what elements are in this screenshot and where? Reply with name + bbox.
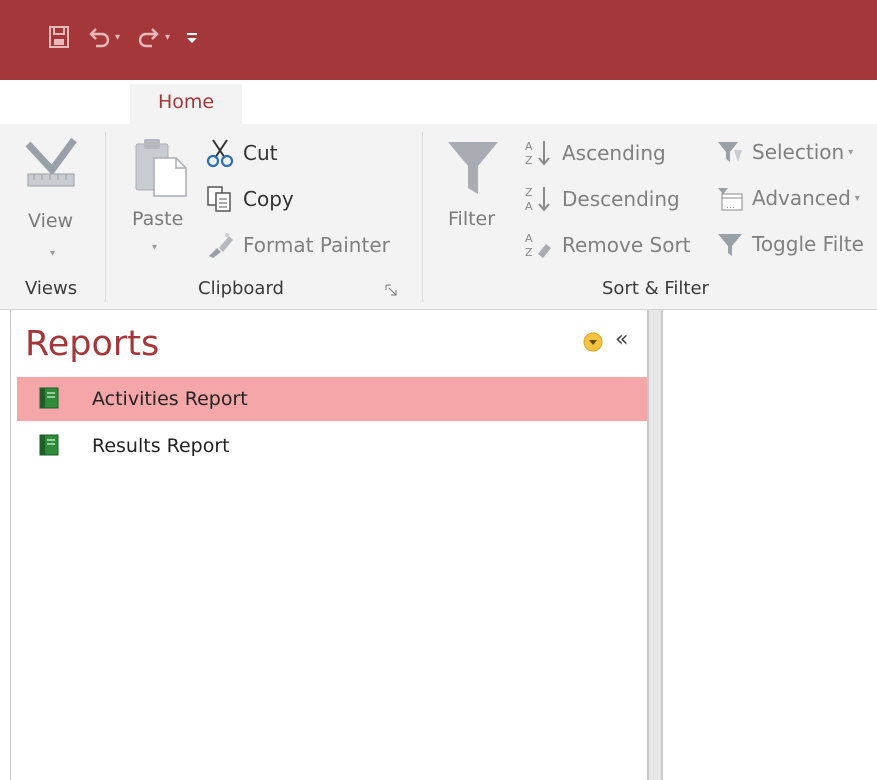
- tell-me-label: Te: [840, 91, 861, 113]
- toggle-filter-icon: [718, 234, 742, 256]
- view-button[interactable]: View ▾: [12, 128, 92, 268]
- svg-text:…: …: [726, 201, 735, 211]
- tab-file[interactable]: File: [47, 80, 79, 124]
- scissors-icon: [206, 139, 234, 168]
- svg-text:Z: Z: [525, 186, 533, 199]
- tab-database-tools[interactable]: Database Tools: [603, 80, 747, 124]
- lightbulb-icon: [818, 92, 834, 111]
- svg-text:A: A: [525, 200, 533, 213]
- tab-home[interactable]: Home: [130, 84, 243, 124]
- remove-sort-button[interactable]: A Z Remove Sort: [524, 230, 691, 260]
- selection-filter-icon: [718, 142, 742, 162]
- ribbon-separator: [105, 132, 106, 302]
- quick-access-toolbar: ▾ ▾: [48, 22, 214, 52]
- clipboard-dialog-launcher-icon[interactable]: [385, 284, 397, 296]
- design-view-icon: [25, 137, 77, 187]
- nav-item-label: Activities Report: [92, 388, 248, 410]
- toggle-filter-label: Toggle Filte: [752, 232, 864, 256]
- copy-button[interactable]: Copy: [205, 184, 294, 214]
- customize-qat-icon: [187, 33, 198, 43]
- paste-dropdown-icon: ▾: [152, 242, 158, 253]
- nav-item-activities-report[interactable]: Activities Report: [17, 377, 647, 421]
- paste-label: Paste: [132, 208, 184, 230]
- ascending-label: Ascending: [562, 141, 666, 165]
- toggle-filter-button[interactable]: Toggle Filte: [716, 230, 864, 258]
- undo-icon: [89, 28, 110, 48]
- document-area: [662, 310, 877, 780]
- navigation-pane: Reports « Activities Report Results Repo…: [10, 310, 648, 780]
- cut-button[interactable]: Cut: [205, 138, 277, 168]
- advanced-filter-icon: …: [718, 188, 743, 211]
- sort-filter-group-label: Sort & Filter: [602, 278, 709, 299]
- nav-pane-splitter[interactable]: [648, 310, 662, 780]
- nav-item-label: Results Report: [92, 435, 230, 457]
- svg-text:A: A: [525, 232, 533, 245]
- tab-external-data[interactable]: External Data: [409, 80, 539, 124]
- tab-tell-me[interactable]: Te: [818, 80, 860, 124]
- redo-button[interactable]: ▾: [136, 26, 170, 48]
- ribbon-tabs: File Home Create External Data Database …: [0, 80, 877, 124]
- view-label: View: [28, 210, 74, 232]
- nav-item-results-report[interactable]: Results Report: [17, 424, 647, 468]
- format-painter-icon: [209, 233, 233, 258]
- sort-ascending-button[interactable]: A Z Ascending: [524, 138, 666, 168]
- copy-icon: [207, 186, 231, 212]
- nav-pane-title[interactable]: Reports: [25, 324, 159, 364]
- paste-icon: [135, 139, 187, 197]
- format-painter-label: Format Painter: [243, 233, 390, 257]
- selection-button[interactable]: Selection ▾: [716, 138, 853, 166]
- clipboard-group-label: Clipboard: [198, 278, 284, 299]
- report-icon: [39, 434, 59, 456]
- undo-dropdown-icon[interactable]: ▾: [115, 32, 120, 43]
- remove-sort-icon: A Z: [525, 232, 551, 259]
- sort-ascending-icon: A Z: [525, 140, 550, 167]
- format-painter-button[interactable]: Format Painter: [205, 230, 390, 260]
- redo-icon: [138, 28, 159, 48]
- filter-button[interactable]: Filter: [440, 132, 510, 252]
- advanced-button[interactable]: … Advanced ▾: [716, 184, 860, 212]
- floppy-disk-icon: [49, 26, 69, 48]
- filter-label: Filter: [448, 208, 496, 230]
- selection-dropdown-icon: ▾: [848, 146, 854, 158]
- cut-label: Cut: [243, 141, 278, 165]
- svg-text:A: A: [525, 140, 533, 153]
- view-dropdown-icon: ▾: [50, 248, 56, 259]
- nav-pane-menu-icon[interactable]: [583, 332, 603, 352]
- advanced-dropdown-icon: ▾: [854, 192, 860, 204]
- advanced-label: Advanced: [752, 186, 851, 210]
- svg-text:Z: Z: [525, 154, 533, 167]
- copy-label: Copy: [243, 187, 294, 211]
- redo-dropdown-icon[interactable]: ▾: [165, 32, 170, 43]
- access-window: ▾ ▾ File Home Create External Data Datab…: [0, 0, 877, 780]
- sort-descending-icon: Z A: [525, 186, 550, 213]
- views-group-label: Views: [25, 278, 78, 299]
- sort-descending-button[interactable]: Z A Descending: [524, 184, 680, 214]
- customize-qat-button[interactable]: [186, 30, 198, 44]
- descending-label: Descending: [562, 187, 680, 211]
- title-bar: ▾ ▾: [0, 0, 877, 80]
- save-button[interactable]: [48, 25, 70, 49]
- selection-label: Selection: [752, 140, 845, 164]
- svg-text:Z: Z: [525, 246, 533, 259]
- shutter-bar-collapse-button[interactable]: «: [615, 327, 628, 352]
- paste-button[interactable]: Paste ▾: [120, 134, 200, 264]
- ribbon-separator: [422, 132, 423, 302]
- undo-button[interactable]: ▾: [86, 26, 120, 48]
- filter-funnel-icon: [448, 142, 498, 194]
- remove-sort-label: Remove Sort: [562, 233, 691, 257]
- tab-create[interactable]: Create: [283, 80, 346, 124]
- ribbon: View ▾ Views Paste ▾ Cut Copy Format Pai…: [0, 124, 877, 310]
- report-icon: [39, 387, 59, 409]
